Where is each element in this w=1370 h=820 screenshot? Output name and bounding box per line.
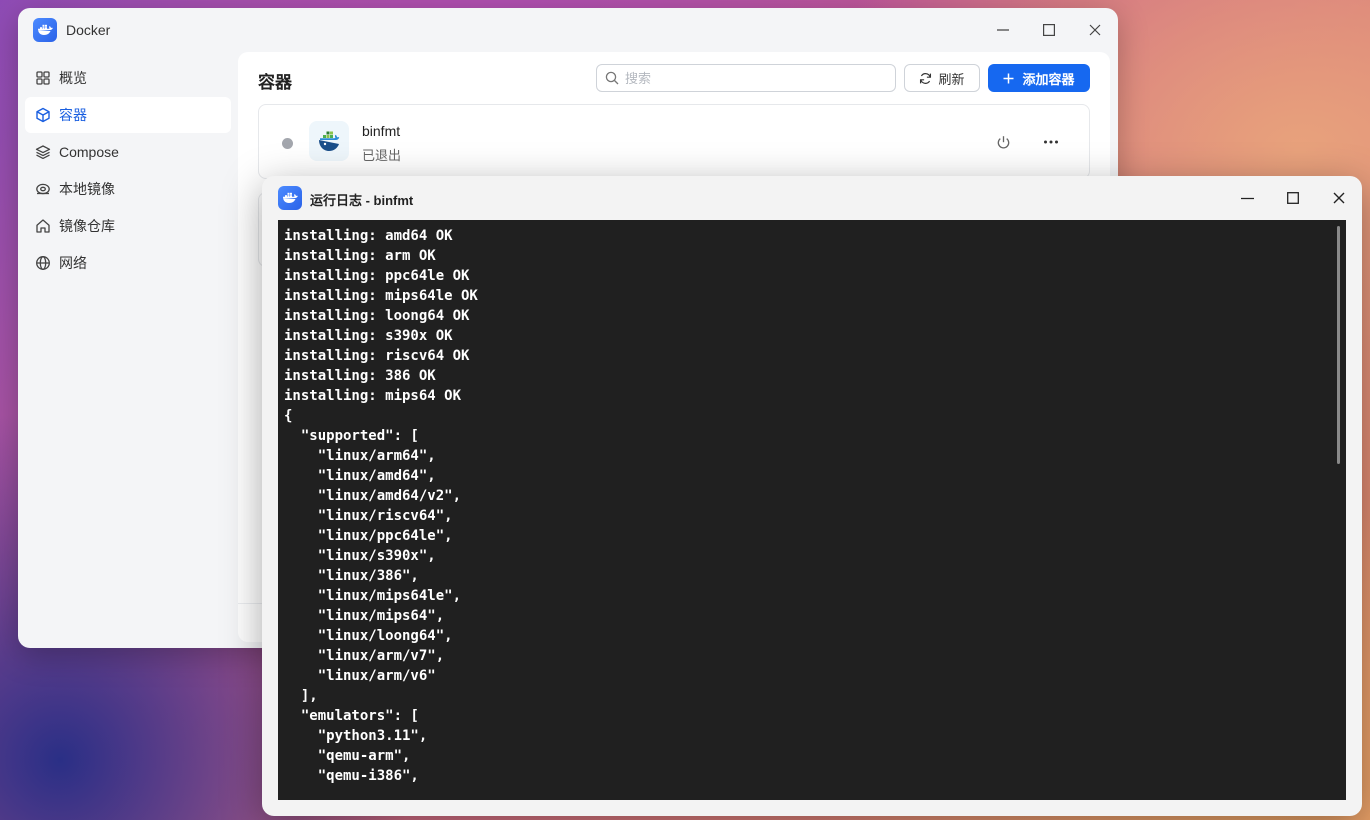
home-icon <box>35 218 51 234</box>
log-line: installing: amd64 OK <box>284 228 453 244</box>
log-line: "linux/mips64le", <box>284 588 462 604</box>
sidebar-item-network[interactable]: 网络 <box>25 245 231 281</box>
log-line: installing: s390x OK <box>284 328 453 344</box>
log-line: "linux/s390x", <box>284 548 436 564</box>
log-maximize-button[interactable] <box>1283 188 1303 208</box>
page-title: 容器 <box>258 73 292 92</box>
log-line: installing: loong64 OK <box>284 308 470 324</box>
log-close-button[interactable] <box>1329 188 1349 208</box>
maximize-icon <box>1043 24 1055 36</box>
globe-icon <box>35 255 51 271</box>
log-line: installing: mips64le OK <box>284 288 478 304</box>
log-window: 运行日志 - binfmt installing: amd64 OK instal… <box>262 176 1362 816</box>
close-icon <box>1089 24 1101 36</box>
title-bar: Docker <box>18 8 1118 52</box>
close-icon <box>1333 192 1345 204</box>
minimize-icon <box>997 29 1009 31</box>
log-line: installing: riscv64 OK <box>284 348 470 364</box>
log-line: "linux/amd64", <box>284 468 436 484</box>
log-line: "emulators": [ <box>284 708 419 724</box>
container-name: binfmt <box>362 123 401 139</box>
sidebar-item-label: 本地镜像 <box>59 181 115 197</box>
log-line: { <box>284 408 293 424</box>
sidebar-item-label: 网络 <box>59 255 87 271</box>
sidebar-item-label: 容器 <box>59 107 87 123</box>
power-icon <box>997 135 1009 149</box>
sidebar-item-containers[interactable]: 容器 <box>25 97 231 133</box>
log-line: "linux/loong64", <box>284 628 453 644</box>
search-input[interactable] <box>625 70 875 86</box>
layers-icon <box>35 144 51 160</box>
grid-icon <box>35 70 51 86</box>
docker-logo-icon <box>278 186 302 210</box>
log-line: "linux/386", <box>284 568 419 584</box>
log-line: "linux/mips64", <box>284 608 445 624</box>
minimize-icon <box>1240 197 1254 199</box>
cube-icon <box>35 107 51 123</box>
refresh-button[interactable]: 刷新 <box>904 64 980 92</box>
search-icon <box>605 71 619 85</box>
log-line: installing: 386 OK <box>284 368 436 384</box>
log-line: "linux/arm/v6" <box>284 668 436 684</box>
sidebar-item-label: 镜像仓库 <box>59 218 115 234</box>
sidebar-item-compose[interactable]: Compose <box>25 134 231 170</box>
add-container-label: 添加容器 <box>1022 71 1075 87</box>
log-line: installing: arm OK <box>284 248 436 264</box>
log-line: "linux/amd64/v2", <box>284 488 462 504</box>
sidebar-item-image-registry[interactable]: 镜像仓库 <box>25 208 231 244</box>
log-line: installing: ppc64le OK <box>284 268 470 284</box>
maximize-icon <box>1287 192 1299 204</box>
docker-logo-icon <box>33 18 57 42</box>
sidebar-item-overview[interactable]: 概览 <box>25 60 231 96</box>
log-window-title: 运行日志 - binfmt <box>310 193 414 208</box>
maximize-button[interactable] <box>1039 20 1059 40</box>
status-dot <box>282 138 293 149</box>
log-line: installing: mips64 OK <box>284 388 462 404</box>
log-line: "python3.11", <box>284 728 428 744</box>
add-container-button[interactable]: 添加容器 <box>988 64 1090 92</box>
log-text: installing: amd64 OK installing: arm OK in… <box>284 226 478 786</box>
sidebar-item-label: Compose <box>59 144 119 160</box>
more-options-button[interactable] <box>1041 132 1061 152</box>
log-line: "qemu-i386", <box>284 768 419 784</box>
sidebar-item-local-images[interactable]: 本地镜像 <box>25 171 231 207</box>
app-title: Docker <box>66 22 111 38</box>
log-line: "qemu-arm", <box>284 748 411 764</box>
log-line: "linux/riscv64", <box>284 508 453 524</box>
log-line: "linux/ppc64le", <box>284 528 453 544</box>
start-button[interactable] <box>993 132 1013 152</box>
sidebar: 概览 容器 Compose 本地镜像 镜像仓库 网络 <box>25 60 231 282</box>
refresh-label: 刷新 <box>938 71 965 87</box>
log-output[interactable]: installing: amd64 OK installing: arm OK in… <box>278 220 1346 800</box>
log-minimize-button[interactable] <box>1237 188 1257 208</box>
disc-icon <box>35 181 51 197</box>
search-box[interactable] <box>596 64 896 92</box>
container-card[interactable]: binfmt 已退出 <box>258 104 1090 179</box>
log-line: "supported": [ <box>284 428 419 444</box>
container-status: 已退出 <box>362 148 402 163</box>
log-line: "linux/arm/v7", <box>284 648 445 664</box>
container-avatar-icon <box>309 121 349 161</box>
log-line: "linux/arm64", <box>284 448 436 464</box>
close-button[interactable] <box>1085 20 1105 40</box>
plus-icon <box>1003 73 1014 84</box>
log-line: ], <box>284 688 318 704</box>
log-scrollbar[interactable] <box>1337 226 1340 464</box>
sidebar-item-label: 概览 <box>59 70 87 86</box>
log-title-bar: 运行日志 - binfmt <box>262 176 1362 220</box>
refresh-icon <box>919 72 932 85</box>
more-horizontal-icon <box>1044 140 1058 144</box>
minimize-button[interactable] <box>993 20 1013 40</box>
